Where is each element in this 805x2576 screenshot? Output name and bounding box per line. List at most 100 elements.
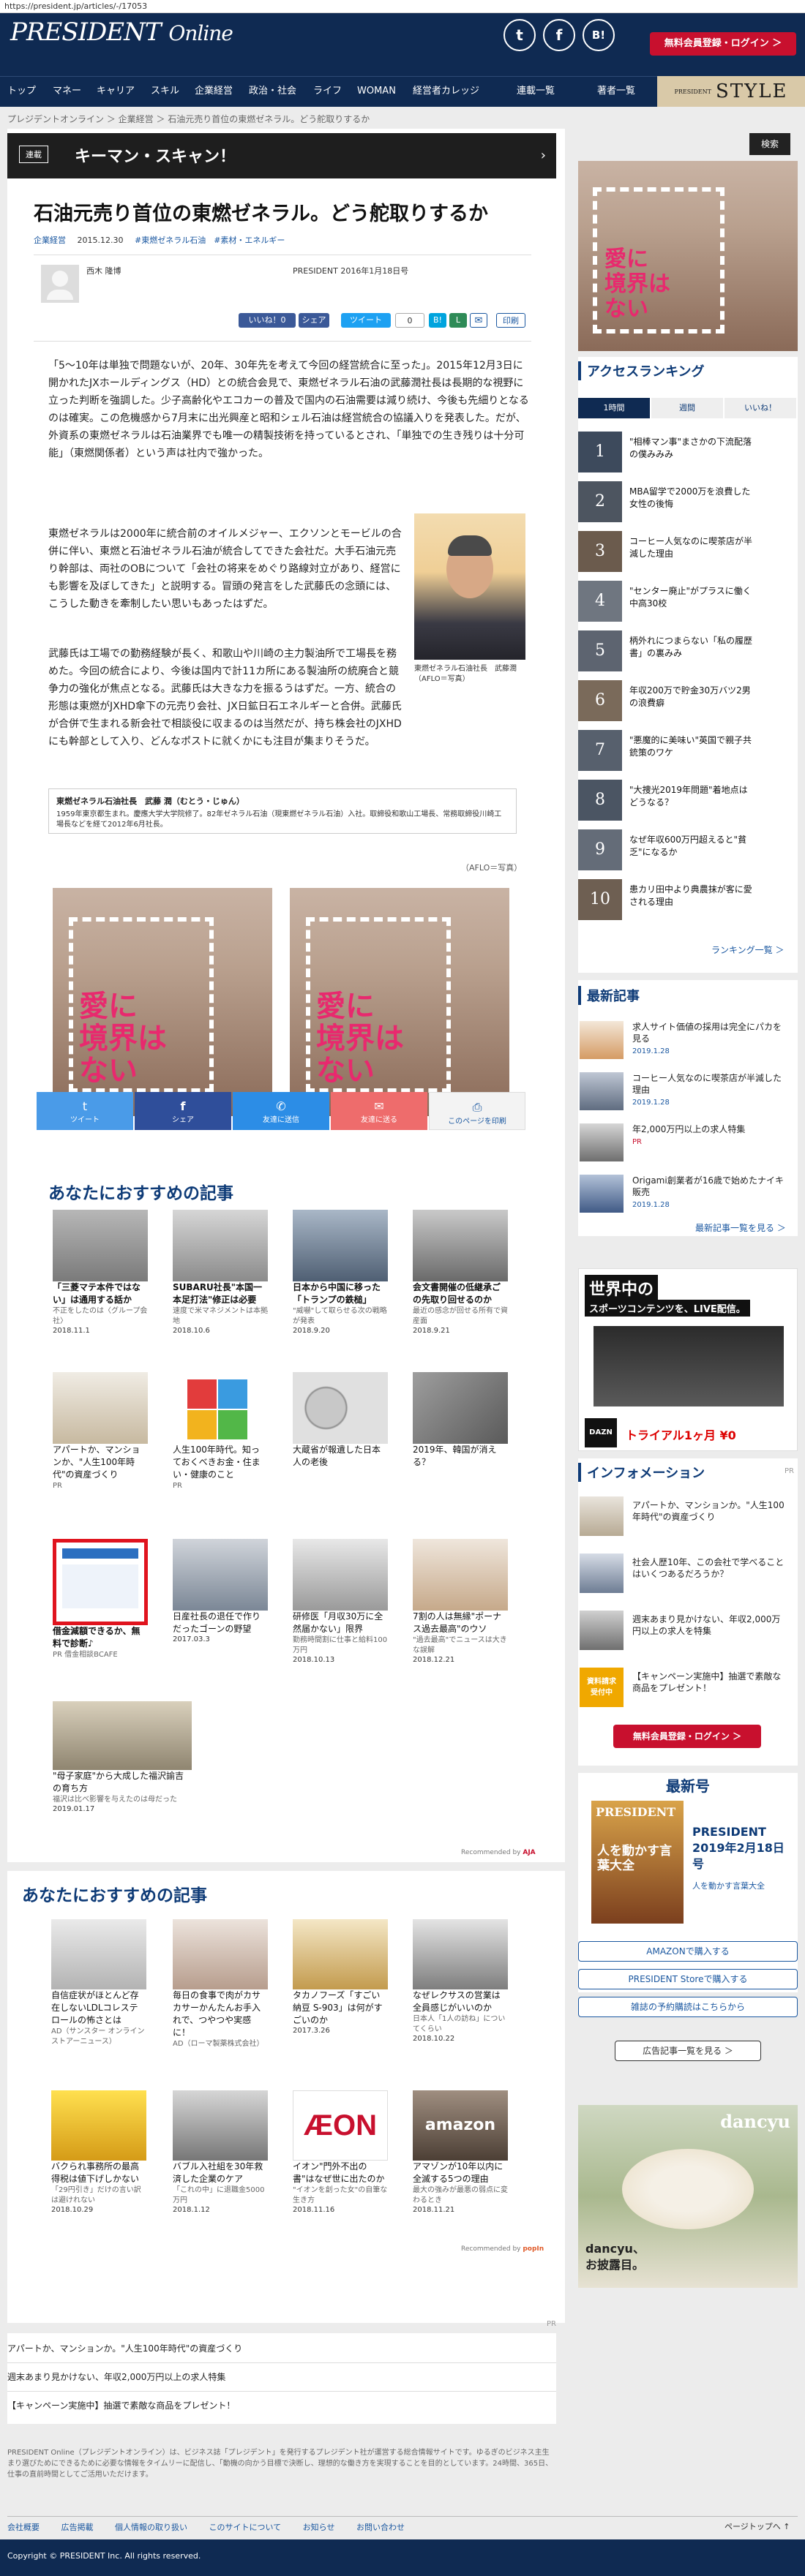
pr-link[interactable]: 週末あまり見かけない、年収2,000万円以上の求人特集	[7, 2369, 556, 2385]
ranking-item[interactable]: 6 年収200万で貯金30万バツ2男の浪費癖	[578, 680, 754, 724]
info-item[interactable]: 社会人歴10年、この会社で学べることはいくつあるだろうか？	[580, 1553, 792, 1597]
facebook-icon[interactable]: f	[543, 19, 575, 51]
ad-banner-left[interactable]: 愛に 境界は ない	[53, 888, 272, 1116]
buy-amazon-button[interactable]: AMAZONで購入する	[578, 1941, 798, 1962]
fb-share-button[interactable]: シェア	[299, 313, 329, 328]
tab-1hour[interactable]: 1時間	[578, 398, 650, 418]
share-facebook-button[interactable]: f シェア	[135, 1092, 231, 1130]
site-logo[interactable]: PRESIDENT Online	[10, 18, 233, 47]
nav-item-skill[interactable]: スキル	[151, 76, 179, 107]
footer-link[interactable]: お問い合わせ	[356, 2523, 405, 2532]
search-button[interactable]: 検索	[749, 133, 790, 155]
ranking-item[interactable]: 4 "センター廃止"がプラスに働く中高30校	[578, 581, 754, 625]
rec-item[interactable]: 毎日の食事で肉がカサカサーかんたんお手入れで、つやつや実感に！ AD（ローマ製薬株…	[173, 1919, 268, 2049]
pr-link[interactable]: アパートか、マンションか。"人生100年時代"の資産づくり	[7, 2340, 556, 2357]
ranking-item[interactable]: 1 "相棒マン事"まさかの下流配落の僕みみみ	[578, 432, 754, 475]
bookmark-count[interactable]: 0	[395, 313, 424, 328]
info-item[interactable]: 週末あまり見かけない、年収2,000万円以上の求人を特集	[580, 1611, 792, 1654]
share-mail-button[interactable]: ✉ 友達に送る	[331, 1092, 427, 1130]
rec-item[interactable]: 借金減額できるか、無料で診断♪ PR 借金相談BCAFE	[53, 1539, 148, 1660]
rec-item[interactable]: 日産社長の退任で作りだったゴーンの野望 2017.03.3	[173, 1539, 268, 1643]
footer-link[interactable]: 会社概要	[7, 2523, 40, 2532]
ranking-item[interactable]: 3 コーヒー人気なのに喫茶店が半減した理由	[578, 531, 754, 575]
page-top-link[interactable]: ページトップへ ↑	[724, 2520, 790, 2532]
rec-item[interactable]: amazon アマゾンが10年以内に全滅する5つの理由 最大の強みが最悪の弱点に変わ…	[413, 2090, 508, 2214]
rec-item[interactable]: 「三菱マテ本件ではない」は通用する話か 不正をしたのは〈グループ会社〉 2018.1…	[53, 1210, 148, 1335]
ranking-item[interactable]: 9 なぜ年収600万円超えると"貧乏"になるか	[578, 829, 754, 873]
rec-item[interactable]: バブル入社組を30年救済した企業のケア 「これの中」に退職金5000万円 2018.…	[173, 2090, 268, 2214]
tab-weekly[interactable]: 週間	[651, 398, 723, 418]
tab-likes[interactable]: いいね！	[724, 398, 796, 418]
mail-icon[interactable]: ✉	[470, 313, 487, 328]
nav-item-money[interactable]: マネー	[53, 76, 81, 107]
url-bar[interactable]: https://president.jp/articles/-/17053	[0, 0, 805, 13]
rec-item[interactable]: "母子家庭"から大成した福沢諭吉の育ち方 福沢は比べ影響を与えたのは母だった 201…	[53, 1701, 192, 1813]
nav-item-woman[interactable]: WOMAN	[357, 76, 396, 107]
rec-item[interactable]: SUBARU社長"本国一本足打法"修正は必要 速度で米マネジメントは本拠地 2018…	[173, 1210, 268, 1335]
ad-article-list-button[interactable]: 広告記事一覧を見る ＞	[615, 2041, 761, 2061]
ranking-more-link[interactable]: ランキング一覧 ＞	[711, 944, 784, 956]
line-icon[interactable]: L	[449, 313, 467, 328]
nav-item-career[interactable]: キャリア	[97, 76, 135, 107]
ranking-item[interactable]: 5 柄外れにつまらない「私の履歴書」の裏みみ	[578, 630, 754, 674]
breadcrumb[interactable]: プレジデントオンライン ＞ 企業経営 ＞ 石油元売り首位の東燃ゼネラル。どう舵取…	[7, 113, 370, 125]
info-item[interactable]: 資料請求 受付中 【キャンペーン実施中】抽選で素敵な商品をプレゼント！	[580, 1668, 792, 1711]
nav-item-management[interactable]: 企業経営	[195, 76, 233, 107]
share-twitter-button[interactable]: t ツイート	[37, 1092, 133, 1130]
footer-link[interactable]: このサイトについて	[209, 2523, 282, 2532]
ranking-item[interactable]: 7 "悪魔的に美味い"英国で親子共銃策のワケ	[578, 730, 754, 774]
rec-item[interactable]: 2019年、韓国が消える？	[413, 1372, 508, 1469]
share-print-button[interactable]: ⎙ このページを印刷	[429, 1092, 525, 1130]
issue-cover[interactable]: PRESIDENT 人を動かす言葉大全	[591, 1801, 684, 1924]
hatena-bookmark-icon[interactable]: B!	[583, 19, 615, 51]
rec-item[interactable]: 日本から中国に移った「トランプの鉄槌」 "威嚇"して取らせる次の戦略が発表 2018…	[293, 1210, 388, 1335]
pr-link[interactable]: 【キャンペーン実施中】抽選で素敵な商品をプレゼント！	[7, 2398, 556, 2414]
hatena-icon[interactable]: B!	[429, 313, 446, 328]
rec-item[interactable]: 7割の人は無縁"ポーナス過去最高"のウソ "過去最高"でニュースは大きな誤解 201…	[413, 1539, 508, 1664]
serial-banner[interactable]: 連載 キーマン・スキャン！ ›	[7, 133, 556, 178]
ranking-item[interactable]: 8 "大捜光2019年問題"着地点はどうなる？	[578, 780, 754, 824]
ad-banner-right[interactable]: 愛に 境界は ない	[290, 888, 509, 1116]
footer-link[interactable]: 広告掲載	[61, 2523, 94, 2532]
buy-store-button[interactable]: PRESIDENT Storeで購入する	[578, 1969, 798, 1989]
nav-item-life[interactable]: ライフ	[313, 76, 342, 107]
rec-item[interactable]: 会文書開催の低継承ごの先取り回せるのか 最近の感念が回せる所有で資産面 2018.9…	[413, 1210, 508, 1335]
dazn-ad[interactable]: 世界中の スポーツコンテンツを、LIVE配信。 DAZN トライアル1ヶ月 ¥0	[578, 1268, 798, 1451]
rec-item[interactable]: なぜレクサスの営業は全員感じがいいのか 日本人「1人の訪ね」についてくらい 2018…	[413, 1919, 508, 2043]
sidebar-ad-banner[interactable]: 愛に 境界は ない	[578, 161, 798, 351]
sidebar-register-button[interactable]: 無料会員登録・ログイン ＞	[613, 1725, 761, 1748]
print-button[interactable]: 印刷	[496, 313, 525, 328]
rec-item[interactable]: 自信症状がほとんど存在しないLDLコレステロールの怖さとは AD（サンスター オン…	[51, 1919, 146, 2047]
rec-item[interactable]: 人生100年時代。知っておくべきお金・住まい・健康のこと PR	[173, 1372, 268, 1491]
subscribe-button[interactable]: 雑誌の予約購読はこちらから	[578, 1997, 798, 2017]
share-messenger-button[interactable]: ✆ 友達に送信	[233, 1092, 329, 1130]
twitter-icon[interactable]: t	[503, 19, 536, 51]
ranking-item[interactable]: 10 患カリ田中より典農抹が客に愛される理由	[578, 879, 754, 923]
author-name[interactable]: 西木 隆博	[86, 265, 121, 276]
nav-item-politics[interactable]: 政治・社会	[249, 76, 296, 107]
rec-item[interactable]: 大蔵省が報遺した日本人の老後	[293, 1372, 388, 1469]
category-link[interactable]: 企業経営	[34, 236, 66, 245]
tag-links[interactable]: #東燃ゼネラル石油 #素材・エネルギー	[135, 236, 285, 245]
rec-item[interactable]: バクられ事務所の最高得税は値下げしかない 「29円引き」だけの言い訳は避けれない 2…	[51, 2090, 146, 2214]
ranking-item[interactable]: 2 MBA留学で2000万を浪費した女性の後悔	[578, 481, 754, 525]
latest-item[interactable]: コーヒー人気なのに喫茶店が半減した理由 2019.1.28	[580, 1072, 792, 1115]
nav-author-list[interactable]: 著者一覧	[597, 76, 635, 107]
tweet-button[interactable]: ツイート	[341, 313, 391, 328]
rec-item[interactable]: 研修医「月収30万に全然届かない」限界 勤務時間割に仕事と給料100万円 2018.…	[293, 1539, 388, 1664]
rec-item[interactable]: タカノフーズ「すごい納豆 S-903」は何がすごいのか 2017.3.26	[293, 1919, 388, 2035]
issue-title[interactable]: PRESIDENT 2019年2月18日号	[692, 1824, 795, 1872]
info-item[interactable]: アパートか、マンションか。"人生100年時代"の資産づくり	[580, 1496, 792, 1540]
nav-item-college[interactable]: 経営者カレッジ	[413, 76, 479, 107]
nav-item-top[interactable]: トップ	[7, 76, 36, 107]
register-login-button[interactable]: 無料会員登録・ログイン ＞	[650, 32, 796, 56]
footer-link[interactable]: お知らせ	[303, 2523, 335, 2532]
latest-more-link[interactable]: 最新記事一覧を見る ＞	[695, 1221, 786, 1234]
latest-item[interactable]: 年2,000万円以上の求人特集 PR	[580, 1123, 792, 1166]
latest-item[interactable]: 求人サイト価値の採用は完全にパカを見る 2019.1.28	[580, 1021, 792, 1063]
nav-serial-list[interactable]: 連載一覧	[517, 76, 555, 107]
like-button[interactable]: いいね！0	[239, 313, 296, 328]
dancyu-ad[interactable]: dancyu dancyu、 お披露目。	[578, 2105, 798, 2288]
latest-item[interactable]: Origami創業者が16歳で始めたナイキ販売 2019.1.28	[580, 1175, 792, 1217]
president-style-link[interactable]: PRESIDENT STYLE	[657, 76, 805, 107]
